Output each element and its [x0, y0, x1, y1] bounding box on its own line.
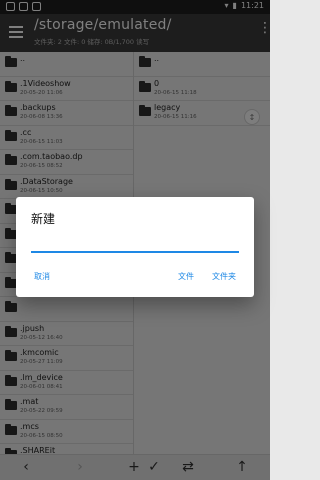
new-name-input[interactable]	[31, 239, 239, 253]
cancel-button[interactable]: 取消	[34, 271, 50, 282]
new-folder-button[interactable]: 文件夹	[212, 271, 236, 282]
new-item-dialog: 新建 取消 文件 文件夹	[16, 197, 254, 297]
dialog-title: 新建	[31, 212, 56, 226]
new-file-button[interactable]: 文件	[178, 271, 194, 282]
